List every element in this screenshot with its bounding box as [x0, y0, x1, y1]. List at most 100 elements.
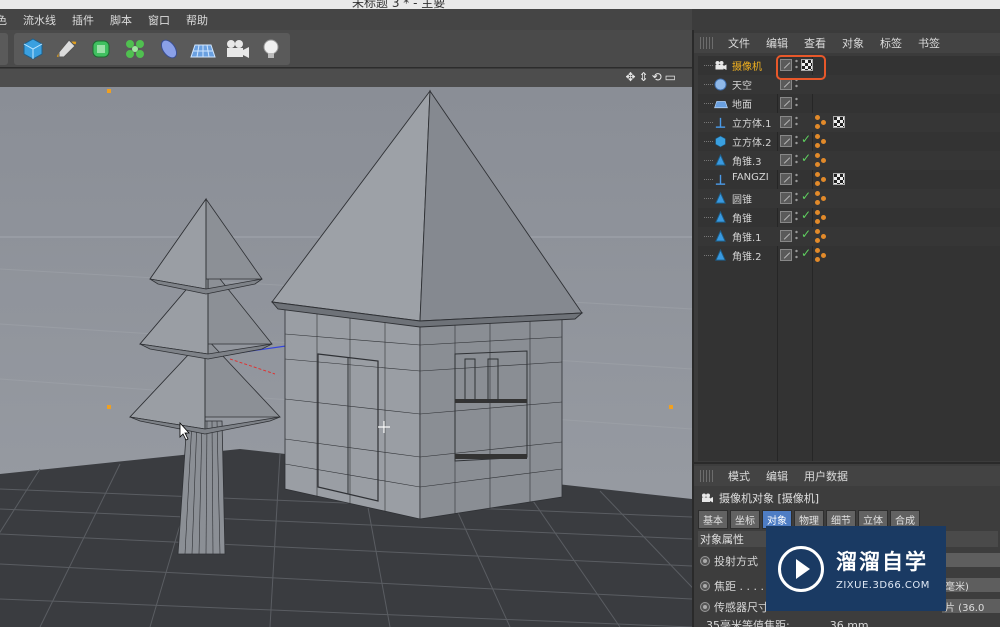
- cone-icon: [714, 153, 727, 167]
- visibility-dots-icon[interactable]: [795, 210, 798, 223]
- object-row[interactable]: 天空: [698, 75, 1000, 94]
- texture-tag-icon[interactable]: [833, 173, 845, 185]
- phong-tag-icon[interactable]: [815, 134, 829, 148]
- camera-icon[interactable]: [222, 34, 252, 64]
- om-menu-tags[interactable]: 标签: [872, 35, 910, 51]
- house-body[interactable]: [284, 308, 563, 520]
- phong-tag-icon[interactable]: [815, 229, 829, 243]
- enabled-check-icon[interactable]: ✓: [801, 132, 811, 146]
- layer-toggle-icon[interactable]: [780, 249, 792, 261]
- om-menu-view[interactable]: 查看: [796, 35, 834, 51]
- layer-toggle-icon[interactable]: [780, 230, 792, 242]
- menu-item-plugins[interactable]: 插件: [64, 12, 102, 28]
- phong-tag-icon[interactable]: [815, 248, 829, 262]
- projection-field[interactable]: [942, 553, 1000, 567]
- om-menu-object[interactable]: 对象: [834, 35, 872, 51]
- object-name[interactable]: 角锥: [732, 210, 752, 225]
- visibility-dots-icon[interactable]: [795, 172, 798, 185]
- layer-toggle-icon[interactable]: [780, 97, 792, 109]
- visibility-dots-icon[interactable]: [795, 229, 798, 242]
- focal-length-field[interactable]: 毫米): [942, 578, 1000, 592]
- deformer-icon[interactable]: [154, 34, 184, 64]
- tab-coord[interactable]: 坐标: [730, 510, 760, 529]
- sensor-size-label: 传感器尺寸: [714, 601, 769, 614]
- projection-radio[interactable]: [700, 556, 710, 566]
- layer-toggle-icon[interactable]: [780, 211, 792, 223]
- floor-icon[interactable]: [188, 34, 218, 64]
- dolly-view-icon[interactable]: ⇕: [639, 70, 649, 84]
- attr-menu-edit[interactable]: 编辑: [758, 468, 796, 484]
- object-row[interactable]: 角锥 ✓: [698, 208, 1000, 227]
- visibility-dots-icon[interactable]: [795, 191, 798, 204]
- phong-tag-icon[interactable]: [815, 191, 829, 205]
- 3d-viewport[interactable]: ✥ ⇕ ⟲ ▭: [0, 69, 692, 627]
- rotate-view-icon[interactable]: ⟲: [652, 70, 662, 84]
- enabled-check-icon[interactable]: ✓: [801, 246, 811, 260]
- object-row[interactable]: 角锥.1 ✓: [698, 227, 1000, 246]
- phong-tag-icon[interactable]: [815, 210, 829, 224]
- attr-grip-icon[interactable]: [700, 470, 714, 482]
- phong-tag-icon[interactable]: [815, 115, 829, 129]
- om-menu-edit[interactable]: 编辑: [758, 35, 796, 51]
- om-menu-bookmarks[interactable]: 书签: [910, 35, 948, 51]
- object-row[interactable]: 地面: [698, 94, 1000, 113]
- cube-icon[interactable]: [18, 34, 48, 64]
- panel-grip-icon[interactable]: [700, 37, 714, 49]
- object-row[interactable]: 立方体.1: [698, 113, 1000, 132]
- focal-length-radio[interactable]: [700, 581, 710, 591]
- menu-item-color[interactable]: 色: [0, 12, 15, 28]
- layer-toggle-icon[interactable]: [780, 135, 792, 147]
- object-name[interactable]: 摄像机: [732, 58, 762, 73]
- object-row[interactable]: 摄像机: [698, 56, 1000, 75]
- object-row[interactable]: 角锥.3 ✓: [698, 151, 1000, 170]
- attr-menu-mode[interactable]: 模式: [720, 468, 758, 484]
- object-name[interactable]: 角锥.3: [732, 153, 762, 168]
- cloner-icon[interactable]: [120, 34, 150, 64]
- layer-toggle-icon[interactable]: [780, 154, 792, 166]
- object-row[interactable]: 立方体.2 ✓: [698, 132, 1000, 151]
- phong-tag-icon[interactable]: [815, 153, 829, 167]
- attr-menu-userdata[interactable]: 用户数据: [796, 468, 856, 484]
- object-row[interactable]: 角锥.2 ✓: [698, 246, 1000, 265]
- object-name[interactable]: 角锥.1: [732, 229, 762, 244]
- enabled-check-icon[interactable]: ✓: [801, 208, 811, 222]
- layer-toggle-icon[interactable]: [780, 192, 792, 204]
- visibility-dots-icon[interactable]: [795, 134, 798, 147]
- light-icon[interactable]: [256, 34, 286, 64]
- subdivision-icon[interactable]: [86, 34, 116, 64]
- projection-property: 投射方式: [700, 553, 758, 569]
- sensor-size-field[interactable]: 片 (36.0: [942, 599, 1000, 613]
- enabled-check-icon[interactable]: ✓: [801, 151, 811, 165]
- phong-tag-icon[interactable]: [815, 172, 829, 186]
- tab-basic[interactable]: 基本: [698, 510, 728, 529]
- menu-item-window[interactable]: 窗口: [140, 12, 178, 28]
- cube-icon: [714, 135, 727, 148]
- object-name[interactable]: 角锥.2: [732, 248, 762, 263]
- object-name[interactable]: 立方体.2: [732, 134, 772, 149]
- sensor-size-radio[interactable]: [700, 602, 710, 612]
- layer-toggle-icon[interactable]: [780, 116, 792, 128]
- menu-item-help[interactable]: 帮助: [178, 12, 216, 28]
- enabled-check-icon[interactable]: ✓: [801, 227, 811, 241]
- object-row[interactable]: 圆锥 ✓: [698, 189, 1000, 208]
- visibility-dots-icon[interactable]: [795, 96, 798, 109]
- object-name[interactable]: 圆锥: [732, 191, 752, 206]
- object-name[interactable]: 立方体.1: [732, 115, 772, 130]
- visibility-dots-icon[interactable]: [795, 153, 798, 166]
- pen-spline-icon[interactable]: [52, 34, 82, 64]
- object-name[interactable]: 天空: [732, 77, 752, 92]
- layer-toggle-icon[interactable]: [780, 173, 792, 185]
- visibility-dots-icon[interactable]: [795, 115, 798, 128]
- equiv-focal-value: 36 mm: [829, 618, 869, 627]
- object-row[interactable]: FANGZI: [698, 170, 1000, 189]
- object-name[interactable]: 地面: [732, 96, 752, 111]
- menu-item-pipeline[interactable]: 流水线: [15, 12, 64, 28]
- texture-tag-icon[interactable]: [833, 116, 845, 128]
- object-name[interactable]: FANGZI: [732, 172, 769, 183]
- om-menu-file[interactable]: 文件: [720, 35, 758, 51]
- visibility-dots-icon[interactable]: [795, 248, 798, 261]
- menu-item-script[interactable]: 脚本: [102, 12, 140, 28]
- enabled-check-icon[interactable]: ✓: [801, 189, 811, 203]
- toggle-view-icon[interactable]: ▭: [665, 70, 676, 84]
- move-view-icon[interactable]: ✥: [625, 70, 635, 84]
